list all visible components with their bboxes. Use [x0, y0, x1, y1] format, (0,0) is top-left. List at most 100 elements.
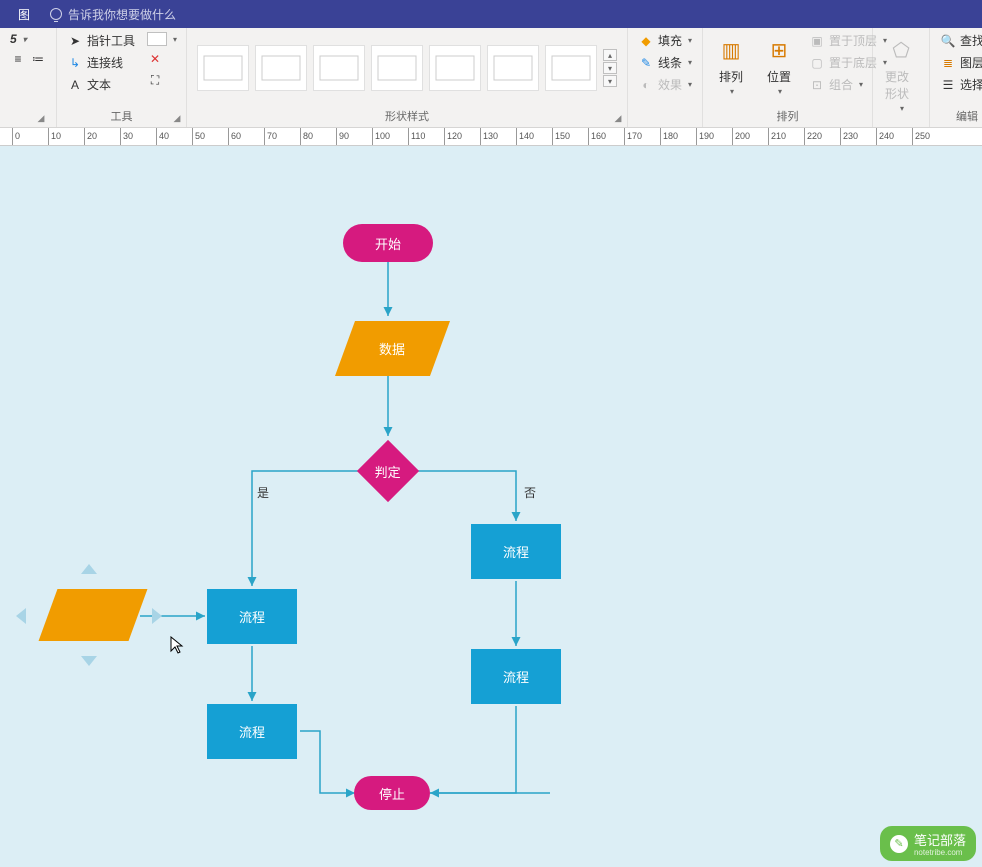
crop-icon: ⛶: [147, 72, 163, 88]
rectangle-tool-button[interactable]: ▾: [143, 30, 181, 48]
connector-layer: [0, 146, 982, 867]
group-tools-label: 工具: [63, 106, 180, 127]
find-button[interactable]: 🔍查找▾: [936, 30, 982, 51]
mouse-cursor-icon: [170, 636, 184, 656]
flow-data-selected[interactable]: [39, 589, 148, 641]
effects-icon: ◐: [638, 77, 654, 93]
style-preset-2[interactable]: [255, 45, 307, 91]
style-gallery[interactable]: ▴ ▾ ▾: [193, 39, 621, 97]
gallery-down-icon[interactable]: ▾: [603, 62, 617, 74]
lightbulb-icon: [50, 8, 62, 20]
flow-stop-label: 停止: [379, 784, 405, 803]
indent-icon: ≔: [30, 51, 46, 67]
group-clipboard-label: ◢: [6, 110, 50, 127]
flow-process-label: 流程: [503, 667, 529, 686]
flow-process-left-1[interactable]: 流程: [207, 589, 297, 644]
text-tool-button[interactable]: A 文本: [63, 74, 139, 95]
bring-front-icon: ▣: [809, 33, 825, 49]
font-controls: 5 ▾ ≡ ≔: [6, 30, 50, 69]
autoconnect-down-arrow[interactable]: [81, 656, 97, 666]
flow-process-label: 流程: [239, 607, 265, 626]
tell-me-placeholder: 告诉我你想要做什么: [68, 6, 176, 23]
delete-button[interactable]: ✕: [143, 49, 181, 69]
flow-decision-node[interactable]: 判定: [357, 440, 419, 502]
connector-icon: ↳: [67, 55, 83, 71]
style-preset-7[interactable]: [545, 45, 597, 91]
select-button[interactable]: ☰选择▾: [936, 74, 982, 95]
connector-tool-button[interactable]: ↳ 连接线: [63, 52, 139, 73]
line-label: 线条: [658, 54, 682, 71]
line-icon: ✎: [638, 55, 654, 71]
find-label: 查找: [960, 32, 982, 49]
align-label: 排列: [719, 68, 743, 85]
drawing-canvas[interactable]: 开始 数据 判定 是 否 流程 流程 流程 流程 停止 ✎ 笔记部落 notet…: [0, 146, 982, 867]
effects-button[interactable]: ◐效果▾: [634, 74, 696, 95]
flow-process-label: 流程: [239, 722, 265, 741]
autoconnect-right-arrow[interactable]: [152, 608, 162, 624]
select-label: 选择: [960, 76, 982, 93]
line-button[interactable]: ✎线条▾: [634, 52, 696, 73]
horizontal-ruler: 2010010203040506070809010011012013014015…: [0, 128, 982, 146]
change-shape-icon: ⬠: [885, 34, 917, 66]
align-icon: ▥: [715, 34, 747, 66]
group-shapes-label: 组合: [829, 76, 853, 93]
flow-decision-label: 判定: [375, 461, 401, 480]
ribbon-tab-view[interactable]: 图: [8, 6, 40, 23]
group-tools: ➤ 指针工具 ↳ 连接线 A 文本 ▾ ✕ ⛶ 工具 ◢: [57, 28, 187, 127]
paragraph-buttons[interactable]: ≡ ≔: [6, 49, 50, 69]
group-clipboard: 5 ▾ ≡ ≔ ◢: [0, 28, 57, 127]
gallery-more-icon[interactable]: ▾: [603, 75, 617, 87]
gallery-up-icon[interactable]: ▴: [603, 49, 617, 61]
dialog-launcher-icon[interactable]: ◢: [35, 112, 47, 124]
group-edit: 🔍查找▾ ≣图层▾ ☰选择▾ 编辑: [930, 28, 982, 127]
style-preset-6[interactable]: [487, 45, 539, 91]
flow-process-right-2[interactable]: 流程: [471, 649, 561, 704]
flow-data-node[interactable]: 数据: [335, 321, 450, 376]
watermark-url: notetribe.com: [914, 849, 966, 857]
autoconnect-up-arrow[interactable]: [81, 564, 97, 574]
bring-front-label: 置于顶层: [829, 32, 877, 49]
fill-button[interactable]: ◆填充▾: [634, 30, 696, 51]
effects-label: 效果: [658, 76, 682, 93]
pointer-tool-button[interactable]: ➤ 指针工具: [63, 30, 139, 51]
flow-process-left-2[interactable]: 流程: [207, 704, 297, 759]
font-size-dropdown[interactable]: 5 ▾: [6, 30, 50, 48]
flow-process-right-1[interactable]: 流程: [471, 524, 561, 579]
titlebar: 图 告诉我你想要做什么: [0, 0, 982, 28]
watermark-name: 笔记部落: [914, 833, 966, 848]
gallery-scroll[interactable]: ▴ ▾ ▾: [603, 49, 617, 87]
group-shape-styles: ▴ ▾ ▾ 形状样式 ◢: [187, 28, 628, 127]
connector-tool-label: 连接线: [87, 54, 123, 71]
layers-button[interactable]: ≣图层▾: [936, 52, 982, 73]
group-style-options: ◆填充▾ ✎线条▾ ◐效果▾: [628, 28, 703, 127]
align-icon: ≡: [10, 51, 26, 67]
flow-start-node[interactable]: 开始: [343, 224, 433, 262]
edge-no-label: 否: [522, 484, 538, 501]
crop-button[interactable]: ⛶: [143, 70, 181, 90]
dialog-launcher-icon[interactable]: ◢: [171, 112, 183, 124]
autoconnect-left-arrow[interactable]: [16, 608, 26, 624]
style-preset-1[interactable]: [197, 45, 249, 91]
change-shape-button[interactable]: ⬠更改形状▾: [879, 30, 923, 117]
pointer-icon: ➤: [67, 33, 83, 49]
tell-me-search[interactable]: 告诉我你想要做什么: [40, 6, 186, 23]
position-button[interactable]: ⊞位置▾: [757, 30, 801, 100]
dialog-launcher-icon[interactable]: ◢: [612, 112, 624, 124]
edge-yes-label: 是: [255, 484, 271, 501]
group-styleopts-label: [634, 110, 696, 127]
group-icon: ⊡: [809, 77, 825, 93]
flow-stop-node[interactable]: 停止: [354, 776, 430, 810]
layers-label: 图层: [960, 54, 982, 71]
fill-label: 填充: [658, 32, 682, 49]
search-icon: 🔍: [940, 33, 956, 49]
text-icon: A: [67, 77, 83, 93]
style-preset-3[interactable]: [313, 45, 365, 91]
send-back-label: 置于底层: [829, 54, 877, 71]
style-preset-4[interactable]: [371, 45, 423, 91]
group-edit-label: 编辑: [936, 106, 982, 127]
group-shape-styles-label: 形状样式: [193, 106, 621, 127]
ribbon: 5 ▾ ≡ ≔ ◢ ➤ 指针工具 ↳ 连接线: [0, 28, 982, 128]
align-button[interactable]: ▥排列▾: [709, 30, 753, 100]
delete-icon: ✕: [147, 51, 163, 67]
style-preset-5[interactable]: [429, 45, 481, 91]
